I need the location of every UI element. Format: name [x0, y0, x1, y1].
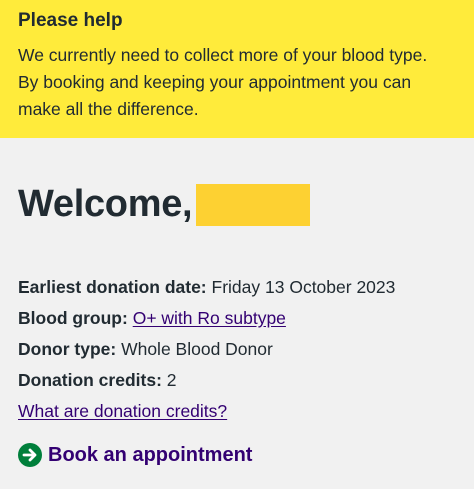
banner-line-2: By booking and keeping your appointment …: [18, 72, 412, 92]
donation-credits-help-link[interactable]: What are donation credits?: [18, 401, 227, 421]
banner-title: Please help: [18, 10, 123, 31]
donor-details: Earliest donation date: Friday 13 Octobe…: [18, 272, 458, 427]
donation-credits-row: Donation credits: 2: [18, 365, 458, 396]
main-content: Welcome, Earliest donation date: Friday …: [18, 180, 458, 467]
arrow-right-circle-icon: [18, 443, 42, 467]
blood-group-row: Blood group: O+ with Ro subtype: [18, 303, 458, 334]
blood-group-label: Blood group:: [18, 308, 128, 328]
banner-text: We currently need to collect more of you…: [18, 42, 456, 123]
earliest-donation-label: Earliest donation date:: [18, 277, 207, 297]
donor-type-value: Whole Blood Donor: [121, 339, 273, 359]
donor-type-label: Donor type:: [18, 339, 117, 359]
donation-credits-label: Donation credits:: [18, 370, 162, 390]
name-redaction: [196, 184, 311, 226]
earliest-donation-value: Friday 13 October 2023: [211, 277, 396, 297]
donation-credits-value: 2: [166, 370, 177, 390]
banner-line-1: We currently need to collect more of you…: [18, 45, 428, 65]
welcome-text: Welcome,: [18, 183, 193, 225]
welcome-heading: Welcome,: [18, 180, 458, 228]
donor-type-row: Donor type: Whole Blood Donor: [18, 334, 458, 365]
banner-line-3: make all the difference.: [18, 99, 199, 119]
blood-group-link[interactable]: O+ with Ro subtype: [133, 308, 286, 328]
donation-credits-help-row: What are donation credits?: [18, 396, 458, 427]
help-banner: Please help We currently need to collect…: [0, 0, 474, 138]
earliest-donation-row: Earliest donation date: Friday 13 Octobe…: [18, 272, 458, 303]
book-appointment-label: Book an appointment: [48, 444, 253, 466]
book-appointment-link[interactable]: Book an appointment: [18, 442, 252, 468]
